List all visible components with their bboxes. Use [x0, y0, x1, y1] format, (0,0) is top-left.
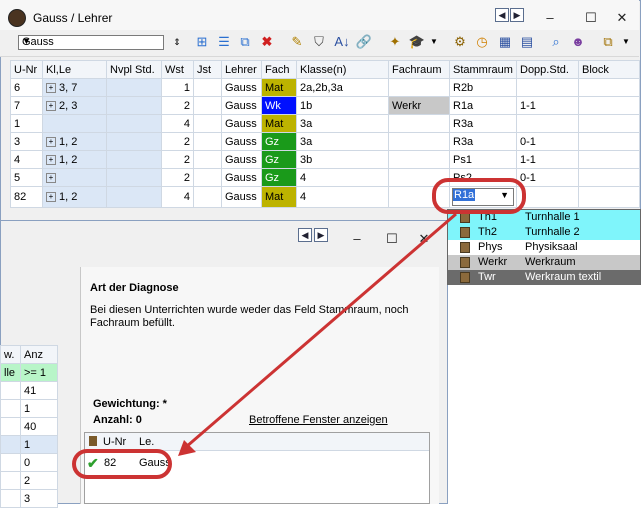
callout-arrow [178, 212, 457, 456]
